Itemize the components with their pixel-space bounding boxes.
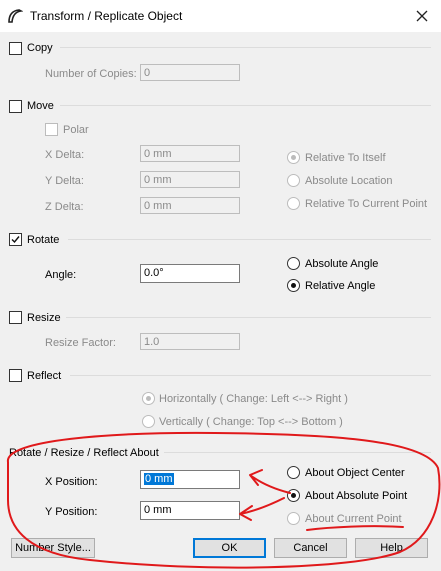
rotate-divider	[68, 239, 431, 240]
cancel-button[interactable]: Cancel	[274, 538, 347, 558]
resize-label: Resize	[27, 312, 61, 324]
reflect-label: Reflect	[27, 370, 62, 382]
z-delta-label: Z Delta:	[45, 201, 84, 213]
z-delta-field[interactable]: 0 mm	[140, 197, 240, 214]
absolute-angle-label: Absolute Angle	[305, 258, 379, 270]
about-current-point-label: About Current Point	[305, 513, 402, 525]
relative-angle-label: Relative Angle	[305, 280, 376, 292]
absolute-angle-radio[interactable]	[287, 257, 300, 270]
copy-divider	[60, 47, 431, 48]
annotation-arrow-lower	[239, 497, 285, 521]
about-object-center-radio[interactable]	[287, 466, 300, 479]
rotate-label: Rotate	[27, 234, 60, 246]
about-absolute-point-label: About Absolute Point	[305, 490, 408, 502]
about-divider	[164, 452, 431, 453]
help-button[interactable]: Help	[355, 538, 428, 558]
relative-to-current-point-label: Relative To Current Point	[305, 198, 428, 210]
copies-field[interactable]: 0	[140, 64, 240, 81]
annotation-arrow-upper	[249, 469, 291, 494]
move-label: Move	[27, 100, 54, 112]
copies-label: Number of Copies:	[45, 68, 137, 80]
about-current-point-radio[interactable]	[287, 512, 300, 525]
horizontally-label: Horizontally ( Change: Left <--> Right )	[159, 393, 348, 405]
check-icon	[11, 236, 20, 244]
x-delta-label: X Delta:	[45, 149, 85, 161]
relative-angle-radio[interactable]	[287, 279, 300, 292]
about-absolute-point-radio[interactable]	[287, 489, 300, 502]
move-divider	[60, 105, 431, 106]
reflect-divider	[70, 375, 431, 376]
vertically-radio[interactable]	[142, 415, 155, 428]
relative-to-itself-radio[interactable]	[287, 151, 300, 164]
angle-field[interactable]: 0.0°	[140, 264, 240, 283]
horizontally-radio[interactable]	[142, 392, 155, 405]
about-label: Rotate / Resize / Reflect About	[9, 447, 159, 459]
number-style-button[interactable]: Number Style...	[11, 538, 95, 558]
move-checkbox[interactable]	[9, 100, 22, 113]
x-position-selected-text: 0 mm	[144, 473, 174, 485]
y-position-label: Y Position:	[45, 506, 98, 518]
annotation-underline	[306, 525, 404, 531]
rotate-checkbox[interactable]	[9, 233, 22, 246]
reflect-checkbox[interactable]	[9, 369, 22, 382]
relative-to-itself-label: Relative To Itself	[305, 152, 386, 164]
copy-checkbox[interactable]	[9, 42, 22, 55]
polar-checkbox[interactable]	[45, 123, 58, 136]
copy-label: Copy	[27, 42, 53, 54]
angle-label: Angle:	[45, 269, 77, 281]
window-title: Transform / Replicate Object	[30, 9, 183, 23]
resize-factor-label: Resize Factor:	[45, 337, 116, 349]
vertically-label: Vertically ( Change: Top <--> Bottom )	[159, 416, 343, 428]
absolute-location-label: Absolute Location	[305, 175, 393, 187]
ok-button[interactable]: OK	[193, 538, 266, 558]
y-delta-field[interactable]: 0 mm	[140, 171, 240, 188]
resize-checkbox[interactable]	[9, 311, 22, 324]
x-position-field[interactable]: 0 mm	[140, 470, 240, 489]
about-object-center-label: About Object Center	[305, 467, 405, 479]
absolute-location-radio[interactable]	[287, 174, 300, 187]
x-position-label: X Position:	[45, 476, 98, 488]
x-delta-field[interactable]: 0 mm	[140, 145, 240, 162]
y-position-field[interactable]: 0 mm	[140, 501, 240, 520]
resize-divider	[66, 317, 431, 318]
y-delta-label: Y Delta:	[45, 175, 84, 187]
close-icon[interactable]	[412, 6, 432, 26]
polar-label: Polar	[63, 124, 89, 136]
relative-to-current-point-radio[interactable]	[287, 197, 300, 210]
app-logo-icon	[8, 9, 23, 23]
resize-factor-field[interactable]: 1.0	[140, 333, 240, 350]
